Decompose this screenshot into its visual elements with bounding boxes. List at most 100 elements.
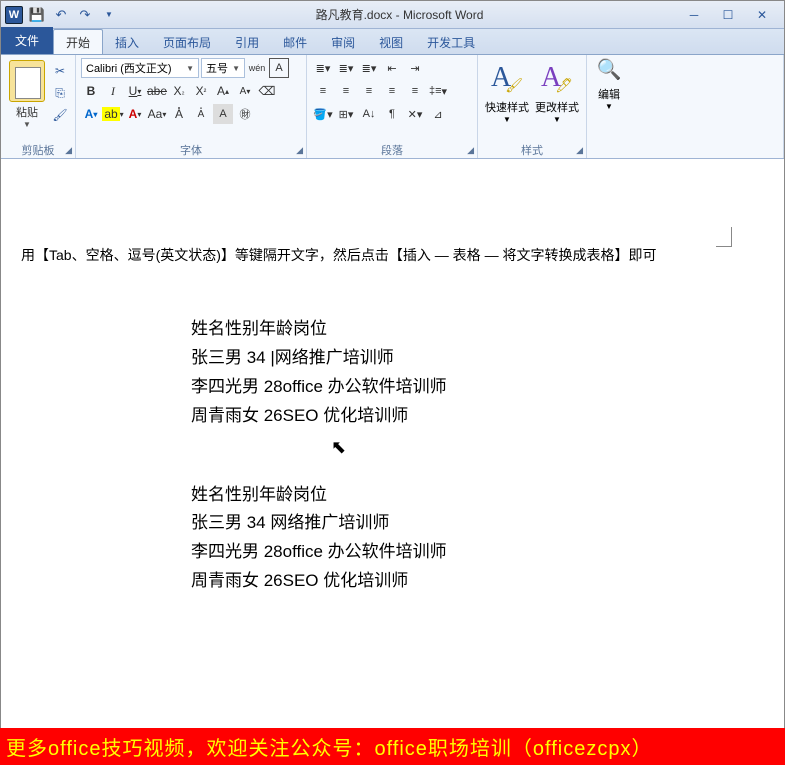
tab-home[interactable]: 开始: [53, 29, 103, 54]
multilevel-button[interactable]: ≣▾: [358, 58, 380, 78]
paste-icon: [9, 60, 45, 102]
align-left-button[interactable]: ≡: [312, 81, 334, 101]
superscript-button[interactable]: X²: [191, 81, 211, 101]
decrease-indent-button[interactable]: ⇤: [381, 58, 403, 78]
paste-dropdown-icon: ▼: [6, 120, 48, 129]
paste-button[interactable]: 粘贴 ▼: [6, 58, 48, 129]
styles-group-label: 样式: [521, 142, 543, 158]
cut-icon[interactable]: ✂: [50, 61, 70, 81]
data-row: 姓名性别年龄岗位: [191, 315, 764, 344]
edit-dropdown-icon[interactable]: ▼: [592, 102, 626, 111]
qat-dropdown-icon[interactable]: ▼: [99, 5, 119, 25]
quick-access-toolbar: W 💾 ↶ ↷ ▼: [1, 5, 119, 25]
enclose-char-button[interactable]: ㊖: [235, 104, 255, 124]
data-row: 周青雨女 26SEO 优化培训师: [191, 567, 764, 596]
subscript-button[interactable]: X₂: [169, 81, 189, 101]
strikethrough-button[interactable]: abe: [147, 81, 167, 101]
copy-icon[interactable]: ⎘: [50, 83, 70, 103]
change-case-button[interactable]: Aa▾: [147, 104, 167, 124]
shading-button[interactable]: 🪣▾: [312, 104, 334, 124]
font-color-button[interactable]: A▾: [125, 104, 145, 124]
borders-button[interactable]: ⊞▾: [335, 104, 357, 124]
margin-marker: [716, 227, 732, 247]
font-name-select[interactable]: Calibri (西文正文)▼: [81, 58, 199, 78]
data-row: 张三男 34 网络推广培训师: [191, 509, 764, 538]
quick-styles-icon: A🖌: [483, 57, 531, 99]
tab-developer[interactable]: 开发工具: [415, 30, 487, 54]
tab-layout[interactable]: 页面布局: [151, 30, 223, 54]
line-spacing-button[interactable]: ‡≡▾: [427, 81, 449, 101]
change-styles-icon: A🖊: [533, 57, 581, 99]
tab-insert[interactable]: 插入: [103, 30, 151, 54]
align-justify-button[interactable]: ≡: [381, 81, 403, 101]
document-title: 路凡教育.docx - Microsoft Word: [119, 6, 680, 23]
tab-review[interactable]: 审阅: [319, 30, 367, 54]
ribbon-tabs: 文件 开始 插入 页面布局 引用 邮件 审阅 视图 开发工具: [1, 29, 784, 55]
paragraph-launcher-icon[interactable]: ◢: [467, 145, 474, 156]
mouse-cursor-icon: ⬉: [331, 437, 346, 458]
align-center-button[interactable]: ≡: [335, 81, 357, 101]
maximize-button[interactable]: ☐: [714, 6, 742, 24]
redo-icon[interactable]: ↷: [75, 5, 95, 25]
group-paragraph: ≣▾ ≣▾ ≣▾ ⇤ ⇥ ≡ ≡ ≡ ≡ ≡ ‡≡▾ 🪣▾ ⊞▾ A↓ ¶ ✕▾…: [307, 55, 478, 158]
group-clipboard: 粘贴 ▼ ✂ ⎘ 🖌 剪贴板 ◢: [1, 55, 76, 158]
paste-label: 粘贴: [6, 104, 48, 120]
data-row: 李四光男 28office 办公软件培训师: [191, 373, 764, 402]
underline-button[interactable]: U▾: [125, 81, 145, 101]
quick-styles-button[interactable]: A🖌 快速样式 ▼: [483, 57, 531, 140]
bold-button[interactable]: B: [81, 81, 101, 101]
window-controls: ─ ☐ ✕: [680, 6, 784, 24]
text-effects-button[interactable]: A▾: [81, 104, 101, 124]
bullets-button[interactable]: ≣▾: [312, 58, 334, 78]
shrink-font2-button[interactable]: A̎: [191, 104, 211, 124]
format-painter-icon[interactable]: 🖌: [50, 105, 70, 125]
tab-references[interactable]: 引用: [223, 30, 271, 54]
char-shading-button[interactable]: A: [213, 104, 233, 124]
change-styles-dropdown-icon: ▼: [533, 115, 581, 124]
edit-label: 编辑: [592, 86, 626, 102]
font-size-select[interactable]: 五号▼: [201, 58, 245, 78]
title-bar: W 💾 ↶ ↷ ▼ 路凡教育.docx - Microsoft Word ─ ☐…: [1, 1, 784, 29]
styles-launcher-icon[interactable]: ◢: [576, 145, 583, 156]
char-border-icon[interactable]: A: [269, 58, 289, 78]
italic-button[interactable]: I: [103, 81, 123, 101]
data-block-1: 姓名性别年龄岗位 张三男 34 |网络推广培训师 李四光男 28office 办…: [191, 315, 764, 431]
minimize-button[interactable]: ─: [680, 6, 708, 24]
tab-file[interactable]: 文件: [1, 27, 53, 54]
word-icon[interactable]: W: [5, 6, 23, 24]
save-icon[interactable]: 💾: [27, 5, 47, 25]
clear-format-button[interactable]: ⌫: [257, 81, 277, 101]
shrink-font-button[interactable]: A▾: [235, 81, 255, 101]
sort-button[interactable]: A↓: [358, 104, 380, 124]
font-launcher-icon[interactable]: ◢: [296, 145, 303, 156]
grow-font-button[interactable]: A▴: [213, 81, 233, 101]
change-styles-label: 更改样式: [533, 99, 581, 115]
align-distributed-button[interactable]: ≡: [404, 81, 426, 101]
data-row: 李四光男 28office 办公软件培训师: [191, 538, 764, 567]
group-styles: A🖌 快速样式 ▼ A🖊 更改样式 ▼ 样式 ◢: [478, 55, 587, 158]
instruction-text: 用【Tab、空格、逗号(英文状态)】等键隔开文字，然后点击【插入 — 表格 — …: [21, 245, 764, 265]
numbering-button[interactable]: ≣▾: [335, 58, 357, 78]
phonetic-guide-icon[interactable]: wén: [247, 58, 267, 78]
data-row: 张三男 34 |网络推广培训师: [191, 344, 764, 373]
document-area[interactable]: 用【Tab、空格、逗号(英文状态)】等键隔开文字，然后点击【插入 — 表格 — …: [1, 159, 784, 729]
tab-mail[interactable]: 邮件: [271, 30, 319, 54]
ribbon: 粘贴 ▼ ✂ ⎘ 🖌 剪贴板 ◢ Calibri (西文正文)▼ 五号▼ wén …: [1, 55, 784, 159]
group-font: Calibri (西文正文)▼ 五号▼ wén A B I U▾ abe X₂ …: [76, 55, 307, 158]
change-styles-button[interactable]: A🖊 更改样式 ▼: [533, 57, 581, 140]
clipboard-group-label: 剪贴板: [22, 142, 55, 158]
show-marks-button[interactable]: ¶: [381, 104, 403, 124]
quick-styles-label: 快速样式: [483, 99, 531, 115]
tab-view[interactable]: 视图: [367, 30, 415, 54]
highlight-button[interactable]: ab▾: [103, 104, 123, 124]
increase-indent-button[interactable]: ⇥: [404, 58, 426, 78]
clipboard-launcher-icon[interactable]: ◢: [65, 145, 72, 156]
grow-font2-button[interactable]: A̎: [169, 104, 189, 124]
close-button[interactable]: ✕: [748, 6, 776, 24]
asian-layout-button[interactable]: ✕▾: [404, 104, 426, 124]
align-right-button[interactable]: ≡: [358, 81, 380, 101]
snap-button[interactable]: ⊿: [427, 104, 449, 124]
find-icon[interactable]: 🔍: [592, 57, 626, 82]
undo-icon[interactable]: ↶: [51, 5, 71, 25]
group-edit: 🔍 编辑 ▼: [587, 55, 784, 158]
